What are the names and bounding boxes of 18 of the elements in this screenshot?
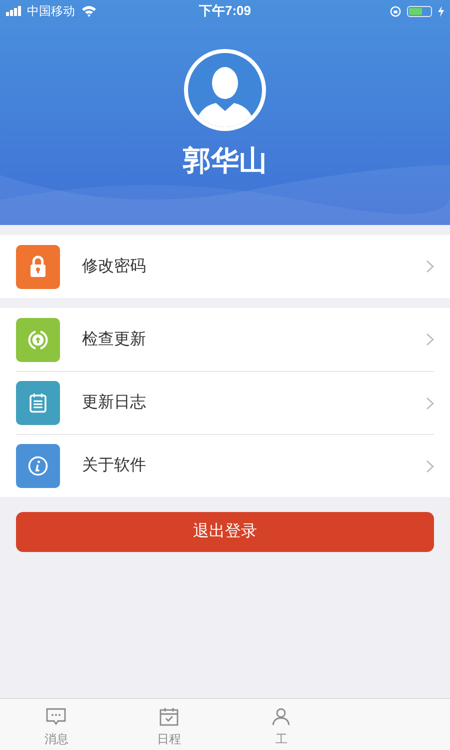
menu-item-label[interactable]: 更新日志 bbox=[82, 391, 146, 415]
menu-item-label[interactable]: 修改密码 bbox=[82, 254, 146, 278]
user-name: 郭华山 bbox=[183, 147, 267, 175]
charging-icon bbox=[438, 6, 444, 16]
carrier-name: 中国移动 bbox=[27, 3, 75, 20]
logout-button[interactable]: 退出登录 bbox=[16, 512, 434, 552]
chevron-right-icon bbox=[426, 396, 434, 410]
orientation-lock-icon bbox=[390, 6, 401, 16]
wifi-icon bbox=[81, 5, 97, 17]
menu-item-label[interactable]: 检查更新 bbox=[82, 328, 146, 352]
status-time: 下午7:09 bbox=[198, 2, 252, 20]
chevron-right-icon bbox=[426, 333, 434, 346]
chevron-right-icon bbox=[426, 260, 434, 273]
avatar-icon bbox=[182, 47, 268, 133]
battery-icon bbox=[407, 6, 432, 16]
chevron-right-icon bbox=[426, 460, 434, 472]
menu-item-label[interactable]: 关于软件 bbox=[82, 454, 146, 478]
signal-icon bbox=[6, 6, 24, 16]
